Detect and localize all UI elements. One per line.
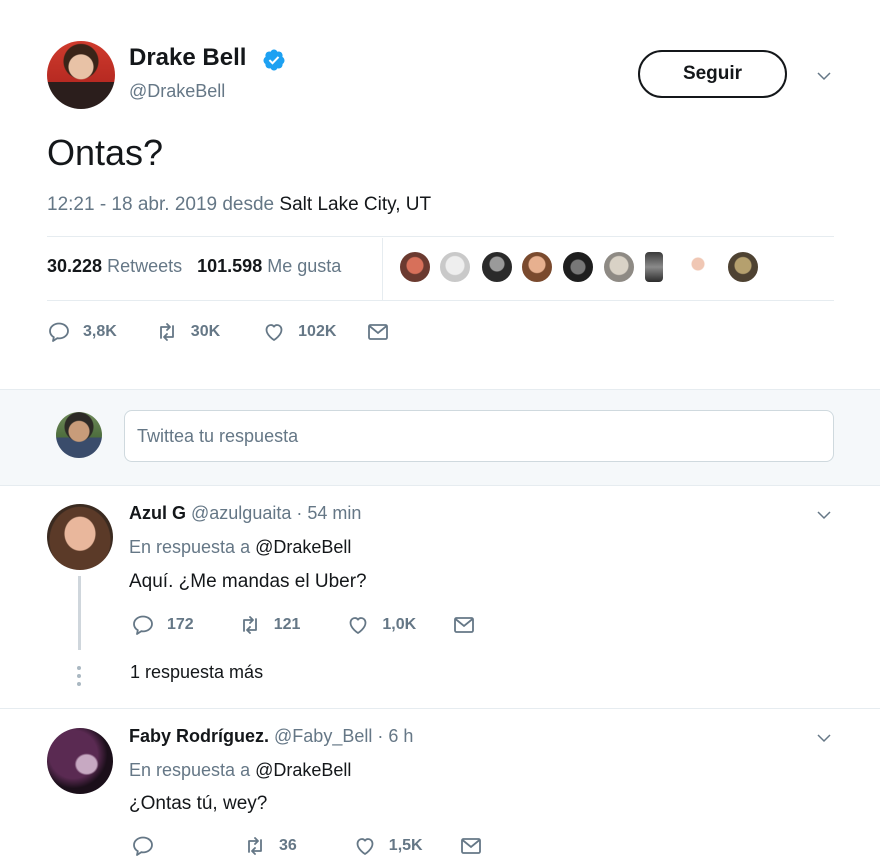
reply-author-name[interactable]: Azul G (129, 503, 186, 523)
like-count: 1,0K (382, 616, 417, 633)
reply-count: 172 (167, 616, 194, 633)
reply-text: Aquí. ¿Me mandas el Uber? (129, 571, 367, 592)
in-reply-handle[interactable]: @DrakeBell (255, 537, 351, 557)
liker-avatar[interactable] (643, 250, 665, 284)
like-count: 1,5K (388, 837, 423, 854)
author-name[interactable]: Drake Bell (129, 44, 246, 72)
dm-button[interactable] (459, 834, 483, 856)
liker-avatar[interactable] (602, 250, 636, 284)
reply-actions: 36 1,5K (131, 834, 483, 856)
reply-author-avatar[interactable] (47, 504, 113, 570)
liker-avatar[interactable] (561, 250, 595, 284)
tweet-actions: 3,8K 30K 102K (47, 320, 390, 344)
reply-icon (133, 615, 153, 635)
reply-author[interactable]: Faby Rodríguez. @Faby_Bell · 6 h (129, 726, 413, 747)
likes-label[interactable]: Me gusta (267, 256, 341, 276)
retweet-button[interactable]: 30K (155, 320, 220, 344)
reply-time[interactable]: · 54 min (296, 503, 361, 523)
envelope-icon (368, 324, 389, 340)
reply-input[interactable] (124, 410, 834, 462)
thread-dot (77, 682, 81, 686)
heart-icon (265, 324, 283, 341)
like-count: 102K (298, 323, 337, 340)
like-button[interactable]: 1,5K (353, 834, 423, 856)
in-reply-prefix: En respuesta a (129, 760, 256, 780)
reply-button[interactable]: 172 (131, 613, 194, 637)
divider (47, 236, 834, 237)
envelope-icon (454, 617, 475, 633)
reply-author-handle[interactable]: @azulguaita (191, 503, 291, 523)
liker-avatar[interactable] (686, 250, 710, 284)
in-reply-prefix: En respuesta a (129, 537, 256, 557)
in-reply-to: En respuesta a @DrakeBell (129, 760, 351, 781)
verified-badge-icon (263, 49, 285, 71)
retweet-icon (248, 837, 262, 855)
reply-button[interactable] (131, 834, 167, 856)
retweet-icon (159, 323, 174, 341)
reply-text: ¿Ontas tú, wey? (129, 793, 268, 814)
reply-author[interactable]: Azul G @azulguaita · 54 min (129, 503, 361, 524)
retweet-button[interactable]: 121 (238, 613, 301, 637)
retweet-button[interactable]: 36 (243, 834, 297, 856)
dm-button[interactable] (366, 320, 390, 344)
tweet-location[interactable]: Salt Lake City, UT (279, 194, 431, 215)
tweet-text: Ontas? (47, 132, 164, 173)
chevron-down-icon[interactable] (815, 729, 833, 747)
like-button[interactable]: 102K (262, 320, 336, 344)
heart-icon (356, 838, 374, 855)
divider (0, 708, 880, 709)
liker-avatar[interactable] (398, 250, 432, 284)
author-handle[interactable]: @DrakeBell (129, 81, 225, 102)
thread-line (78, 576, 81, 650)
retweet-count: 36 (279, 837, 297, 854)
tweet-date[interactable]: 12:21 - 18 abr. 2019 desde (47, 194, 279, 215)
reply-button[interactable]: 3,8K (47, 320, 117, 344)
in-reply-to: En respuesta a @DrakeBell (129, 537, 351, 558)
retweets-count[interactable]: 30.228 (47, 256, 102, 276)
liker-avatar[interactable] (520, 250, 554, 284)
retweet-count: 30K (190, 323, 221, 340)
current-user-avatar[interactable] (56, 412, 102, 458)
thread-dot (77, 666, 81, 670)
reply-count: 3,8K (83, 323, 117, 340)
envelope-icon (460, 838, 481, 854)
likes-count[interactable]: 101.598 (197, 256, 262, 276)
follow-button[interactable]: Seguir (638, 50, 787, 98)
retweet-icon (242, 616, 257, 634)
retweets-label[interactable]: Retweets (107, 256, 182, 276)
reply-author-avatar[interactable] (47, 728, 113, 794)
stats-separator (382, 238, 383, 300)
reply-author-handle[interactable]: @Faby_Bell (274, 726, 372, 746)
divider (47, 300, 834, 301)
in-reply-handle[interactable]: @DrakeBell (255, 760, 351, 780)
chevron-down-icon[interactable] (815, 67, 833, 85)
reply-icon (133, 836, 153, 856)
heart-icon (350, 617, 367, 634)
tweet-stats: 30.228 Retweets 101.598 Me gusta (47, 256, 341, 277)
liker-avatar[interactable] (726, 250, 760, 284)
chevron-down-icon[interactable] (815, 506, 833, 524)
retweet-count: 121 (273, 616, 301, 633)
dm-button[interactable] (452, 613, 476, 637)
tweet-timestamp[interactable]: 12:21 - 18 abr. 2019 desde Salt Lake Cit… (47, 194, 431, 216)
liker-avatar[interactable] (438, 250, 472, 284)
show-more-replies-link[interactable]: 1 respuesta más (130, 662, 263, 683)
like-button[interactable]: 1,0K (346, 613, 416, 637)
author-avatar[interactable] (47, 41, 115, 109)
reply-icon (49, 322, 69, 342)
reply-actions: 172 121 1,0K (131, 613, 476, 637)
reply-author-name[interactable]: Faby Rodríguez. (129, 726, 269, 746)
thread-dot (77, 674, 81, 678)
reply-time[interactable]: · 6 h (377, 726, 413, 746)
liker-avatar[interactable] (480, 250, 514, 284)
